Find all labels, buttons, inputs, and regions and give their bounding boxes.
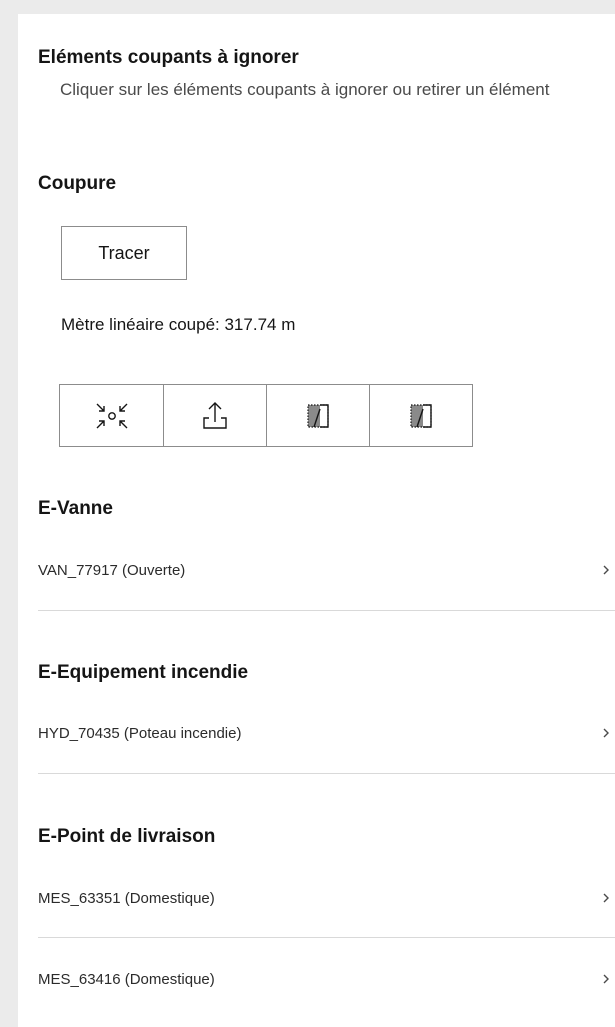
group-title-vanne: E-Vanne (38, 498, 113, 519)
cut-length-text: Mètre linéaire coupé: 317.74 m (61, 315, 296, 334)
list-item[interactable]: HYD_70435 (Poteau incendie) (38, 706, 615, 760)
trace-button[interactable]: Tracer (61, 226, 187, 280)
divider (38, 937, 615, 938)
chevron-right-icon (603, 565, 609, 575)
list-item-label: MES_63416 (Domestique) (38, 970, 215, 988)
list-item[interactable]: VAN_77917 (Ouverte) (38, 543, 615, 597)
collapse-icon (96, 403, 127, 428)
list-item-label: HYD_70435 (Poteau incendie) (38, 724, 242, 742)
cut-panel: Eléments coupants à ignorer Cliquer sur … (18, 14, 615, 1027)
list-item-label: MES_63351 (Domestique) (38, 889, 215, 907)
ignore-section-title: Eléments coupants à ignorer (38, 47, 299, 68)
list-item-spacer (38, 789, 615, 843)
chevron-right-icon (603, 728, 609, 738)
chevron-right-icon (603, 893, 609, 903)
select-polygon-icon (307, 403, 329, 428)
list-item[interactable]: MES_63351 (Domestique) (38, 871, 615, 925)
tool-button-group (59, 384, 473, 447)
list-item-label: VAN_77917 (Ouverte) (38, 561, 186, 579)
coupure-section-title: Coupure (38, 173, 117, 194)
divider (38, 610, 615, 611)
divider (38, 773, 615, 774)
collapse-button[interactable] (60, 385, 163, 446)
select-polygon-button[interactable] (369, 385, 472, 446)
list-item[interactable]: MES_63416 (Domestique) (38, 952, 615, 1006)
select-polygon-icon (410, 403, 432, 428)
ignore-section-description: Cliquer sur les éléments coupants à igno… (60, 80, 550, 99)
export-button[interactable] (163, 385, 266, 446)
export-icon (203, 401, 227, 429)
chevron-right-icon (603, 974, 609, 984)
select-polygon-button[interactable] (266, 385, 369, 446)
group-title-equipement-incendie: E-Equipement incendie (38, 662, 249, 683)
